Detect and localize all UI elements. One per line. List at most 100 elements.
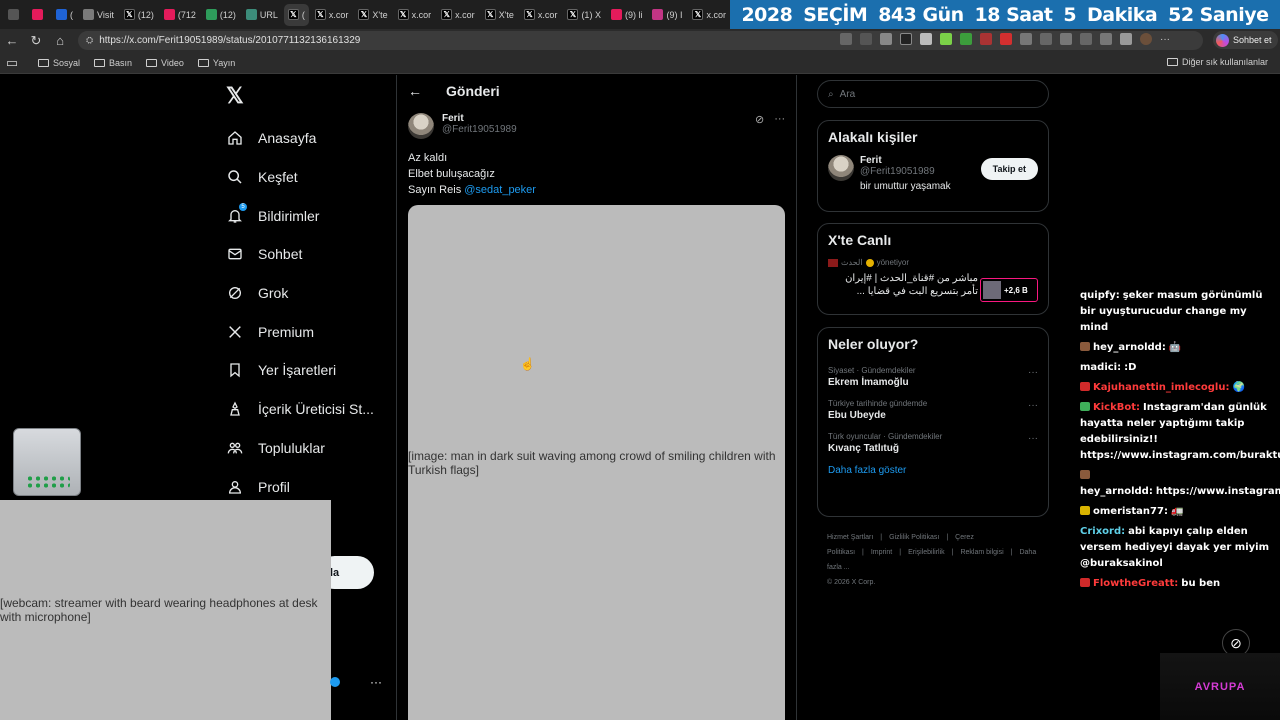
extension-5-icon[interactable] [980, 33, 992, 45]
trend-name: Ebu Ubeyde [828, 410, 886, 421]
avatar[interactable] [408, 113, 434, 139]
site-info-icon[interactable]: ⛭ [86, 35, 93, 46]
browser-tab[interactable]: URL [242, 4, 282, 26]
nav-item-bell[interactable]: 5 Bildirimler [226, 196, 374, 235]
bookmark-folder[interactable]: Video [146, 58, 184, 68]
browser-tab[interactable]: 𝕏 (1) X [563, 4, 605, 26]
follow-button[interactable]: Takip et [980, 158, 1038, 180]
trend-item[interactable]: Türk oyuncular · Gündemdekiler Kıvanç Tat… [828, 432, 1038, 454]
footer-link[interactable]: Imprint [871, 549, 892, 556]
browser-tab[interactable]: 𝕏 (12) [120, 4, 158, 26]
related-name[interactable]: Ferit [860, 155, 935, 166]
related-bio: bir umuttur yaşamak [860, 181, 951, 192]
tab-label: ( [70, 9, 73, 20]
nav-item-label: Topluluklar [258, 439, 325, 456]
extension-3-icon[interactable] [940, 33, 952, 45]
live-thumbnail [983, 281, 1001, 299]
avatar[interactable] [828, 155, 854, 181]
browser-tab[interactable]: ( [52, 4, 77, 26]
nav-item-mail[interactable]: Sohbet [226, 235, 374, 274]
back-arrow-icon[interactable]: ← [408, 83, 422, 99]
nav-item-bookmark[interactable]: Yer İşaretleri [226, 351, 374, 390]
collections-icon[interactable] [1100, 33, 1112, 45]
extension-4-icon[interactable] [960, 33, 972, 45]
favorite-star-icon[interactable] [880, 33, 892, 45]
browser-tab[interactable]: 𝕏x.cor [520, 4, 562, 26]
favorites-icon[interactable] [1060, 33, 1072, 45]
author-name[interactable]: Ferit [442, 113, 517, 124]
browser-tab[interactable]: 𝕏x.cor [437, 4, 479, 26]
browser-tab[interactable]: Visit [79, 4, 118, 26]
extensions-puzzle-icon[interactable] [1020, 33, 1032, 45]
bookmark-folder[interactable]: Basın [94, 58, 132, 68]
other-bookmarks[interactable]: Diğer sık kullanılanlar [1166, 57, 1268, 67]
browser-menu-icon[interactable]: ··· [1160, 34, 1170, 45]
heart-icon[interactable] [1080, 33, 1092, 45]
browser-tab[interactable] [4, 4, 26, 26]
chat-text: https://www.instagram.com/reel/DS7gjctjO… [1155, 486, 1280, 497]
more-options-icon[interactable]: ··· [1028, 367, 1038, 378]
x-logo-icon[interactable]: 𝕏 [226, 83, 244, 109]
browser-tab[interactable]: (712 [160, 4, 200, 26]
nav-item-creator-studio[interactable]: İçerik Üreticisi St... [226, 390, 374, 429]
more-options-icon[interactable]: ··· [1028, 400, 1038, 411]
live-listener-badge[interactable]: +2,6 B [980, 278, 1038, 302]
post-image[interactable]: [image: man in dark suit waving among cr… [408, 205, 785, 720]
live-channel-row[interactable]: الحدث yönetiyor [828, 258, 1038, 267]
nav-item-search[interactable]: Keşfet [226, 158, 374, 197]
footer-link[interactable]: Erişilebilirlik [908, 549, 945, 556]
more-options-icon[interactable]: ··· [774, 113, 785, 126]
folder-icon [1166, 58, 1178, 66]
footer-link[interactable]: Gizlilik Politikası [889, 534, 939, 541]
search-input[interactable]: ⌕ Ara [817, 80, 1049, 108]
back-icon[interactable]: ← [0, 29, 24, 52]
footer-link[interactable]: Reklam bilgisi [960, 549, 1003, 556]
grok-icon[interactable]: ⊘ [755, 113, 764, 126]
browser-tab[interactable]: 𝕏 X'te [481, 4, 518, 26]
more-options-icon[interactable]: ··· [1028, 433, 1038, 444]
profile-avatar-icon[interactable] [1140, 33, 1152, 45]
browser-tab[interactable]: 𝕏x.cor [394, 4, 436, 26]
reading-list-icon[interactable]: ▭ [0, 52, 24, 74]
browser-tab[interactable]: 𝕏x.cor [688, 4, 730, 26]
split-view-icon[interactable] [1040, 33, 1052, 45]
chat-text: 🚛 [1170, 506, 1184, 517]
browser-tab[interactable] [28, 4, 50, 26]
copilot-chat-button[interactable]: Sohbet et [1213, 31, 1278, 49]
footer-link[interactable]: Hizmet Şartları [827, 534, 873, 541]
extension-2-icon[interactable] [920, 33, 932, 45]
account-menu-icon[interactable]: ··· [370, 675, 382, 689]
home-icon[interactable]: ⌂ [48, 29, 72, 52]
trend-item[interactable]: Türkiye tarihinde gündemde Ebu Ubeyde ··· [828, 399, 1038, 421]
browser-tab[interactable]: 𝕏( [283, 3, 309, 26]
nav-item-communities[interactable]: Topluluklar [226, 429, 374, 468]
downloads-icon[interactable] [1120, 33, 1132, 45]
show-more-link[interactable]: Daha fazla göster [828, 465, 1038, 476]
trend-item[interactable]: Siyaset · Gündemdekiler Ekrem İmamoğlu ··· [828, 366, 1038, 388]
split-screen-icon[interactable] [840, 33, 852, 45]
x-page: 𝕏 Anasayfa Keşfet 5 Bildirimler Sohbet Grok Pr… [0, 75, 1280, 720]
extension-1-icon[interactable] [900, 33, 912, 45]
read-aloud-icon[interactable] [860, 33, 872, 45]
bookmark-icon [226, 361, 244, 379]
nav-item-grok[interactable]: Grok [226, 274, 374, 313]
bookmark-folder[interactable]: Sosyal [38, 58, 80, 68]
live-title: X'te Canlı [828, 232, 892, 248]
browser-tab[interactable]: (12) [202, 4, 240, 26]
bookmark-folder[interactable]: Yayın [197, 58, 235, 68]
reload-icon[interactable]: ↻ [24, 29, 48, 52]
browser-tab[interactable]: 𝕏x.cor [311, 4, 353, 26]
nav-item-home[interactable]: Anasayfa [226, 119, 374, 158]
mention-link[interactable]: @sedat_peker [464, 184, 536, 196]
extension-6-icon[interactable] [1000, 33, 1012, 45]
browser-tab[interactable]: (9) li [607, 4, 647, 26]
communities-icon [226, 439, 244, 457]
browser-tab[interactable]: (9) I [648, 4, 686, 26]
nav-item-x-premium[interactable]: Premium [226, 312, 374, 351]
live-broadcast-title[interactable]: مباشر من #قناة_الحدث | #إيران تأمر بتسري… [828, 272, 978, 298]
post-author[interactable]: Ferit @Ferit19051989 [408, 113, 517, 139]
browser-tab[interactable]: 𝕏 X'te [354, 4, 391, 26]
related-person[interactable]: Ferit @Ferit19051989 Takip et [828, 155, 1038, 181]
browser-tab-bar: (Visit 𝕏 (12) (712 (12) URL 𝕏(𝕏x.cor 𝕏 X'te 𝕏x.co… [0, 0, 1280, 29]
author-handle[interactable]: @Ferit19051989 [442, 124, 517, 135]
